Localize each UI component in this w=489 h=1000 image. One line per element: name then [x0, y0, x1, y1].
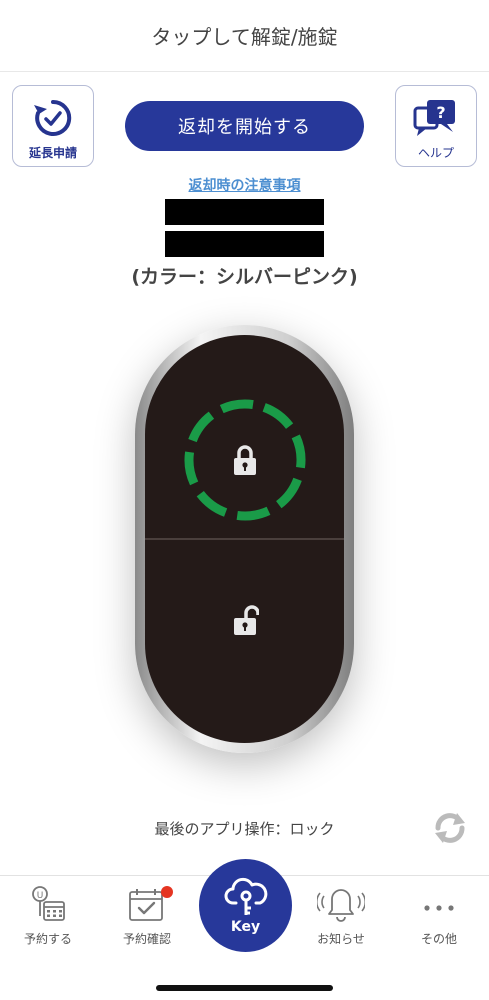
cloud-key-icon — [224, 877, 267, 915]
bell-icon — [317, 889, 365, 922]
lock-divider — [145, 538, 344, 540]
tab-news-label: お知らせ — [317, 932, 365, 946]
return-notes-link[interactable]: 返却時の注意事項 — [0, 175, 489, 195]
tab-other[interactable]: その他 — [399, 886, 479, 966]
redacted-text-2 — [165, 231, 324, 257]
lock-icon — [234, 445, 256, 475]
help-chat-icon: ? — [413, 100, 455, 136]
tab-news[interactable]: お知らせ — [301, 886, 381, 966]
page-title: タップして解錠/施錠 — [151, 25, 338, 49]
extension-request-button[interactable]: 延長申請 — [12, 85, 94, 167]
svg-text:U: U — [37, 891, 44, 901]
unlock-icon — [234, 605, 259, 635]
tab-key-label: Key — [230, 918, 261, 935]
color-note: (カラー：シルバーピンク) — [131, 266, 358, 288]
svg-text:?: ? — [436, 103, 445, 122]
help-label: ヘルプ — [417, 146, 454, 160]
help-button[interactable]: ? ヘルプ — [395, 85, 477, 167]
extension-request-label: 延長申請 — [28, 146, 77, 160]
last-operation-status: 最後のアプリ操作：ロック — [154, 820, 335, 838]
home-indicator — [156, 985, 333, 991]
redacted-text-1 — [165, 199, 324, 225]
tab-reservation-check[interactable]: 予約確認 — [107, 886, 187, 966]
refresh-icon[interactable] — [430, 810, 470, 846]
header: タップして解錠/施錠 — [0, 0, 489, 72]
extend-time-icon — [34, 99, 72, 136]
return-notes-link-text[interactable]: 返却時の注意事項 — [189, 178, 301, 194]
tab-reservation-check-label: 予約確認 — [122, 932, 171, 946]
start-return-button[interactable]: 返却を開始する — [125, 101, 364, 151]
calendar-user-icon: U — [32, 886, 65, 921]
smart-lock-device — [135, 325, 354, 753]
tab-reserve-label: 予約する — [23, 932, 72, 946]
unlock-button[interactable] — [145, 540, 344, 743]
bottom-tab-bar: U 予約する 予約確認 Key お知らせ その他 — [0, 859, 489, 1000]
tab-key[interactable]: Key — [199, 859, 292, 952]
tab-reserve[interactable]: U 予約する — [8, 886, 88, 966]
more-icon — [424, 905, 454, 911]
lock-panel — [145, 335, 344, 743]
tab-other-label: その他 — [420, 932, 457, 946]
notification-badge — [161, 886, 173, 898]
calendar-check-wrap — [127, 886, 173, 924]
